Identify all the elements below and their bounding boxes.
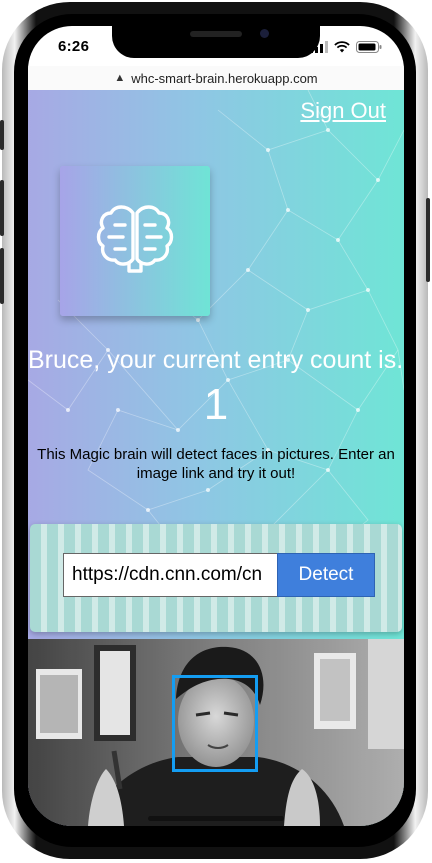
brain-icon xyxy=(96,205,174,273)
browser-address-bar[interactable]: ▲ whc-smart-brain.herokuapp.com xyxy=(28,66,404,90)
status-time: 6:26 xyxy=(58,38,90,55)
battery-icon xyxy=(356,41,382,53)
volume-down-button xyxy=(0,248,4,304)
image-link-form: Detect xyxy=(30,524,402,632)
logo-tile[interactable] xyxy=(60,166,210,316)
home-indicator xyxy=(148,816,284,821)
speaker-grille xyxy=(190,31,242,37)
app-background: Sign Out Bruce, your current entry count… xyxy=(28,90,404,826)
front-camera xyxy=(260,29,269,38)
entry-count-value: 1 xyxy=(203,380,229,429)
power-button xyxy=(426,198,430,282)
silent-switch xyxy=(0,120,4,150)
wifi-icon xyxy=(334,41,350,53)
notch xyxy=(112,26,320,58)
instructions-text: This Magic brain will detect faces in pi… xyxy=(37,446,395,482)
warning-triangle-icon: ▲ xyxy=(114,72,126,84)
sign-out-link[interactable]: Sign Out xyxy=(300,98,386,124)
entry-count-headline: Bruce, your current entry count is.. xyxy=(28,346,404,374)
image-url-input[interactable] xyxy=(63,553,277,597)
address-url: whc-smart-brain.herokuapp.com xyxy=(131,70,318,86)
phone-screen: 6:26 ▲ whc-smart-brain.herokuapp.com Sig… xyxy=(28,26,404,826)
face-detection-result xyxy=(28,639,404,826)
detect-button[interactable]: Detect xyxy=(277,553,375,597)
face-bounding-box xyxy=(172,675,258,772)
status-icons xyxy=(310,41,382,53)
volume-up-button xyxy=(0,180,4,236)
image-link-form-row: Detect xyxy=(63,553,375,597)
